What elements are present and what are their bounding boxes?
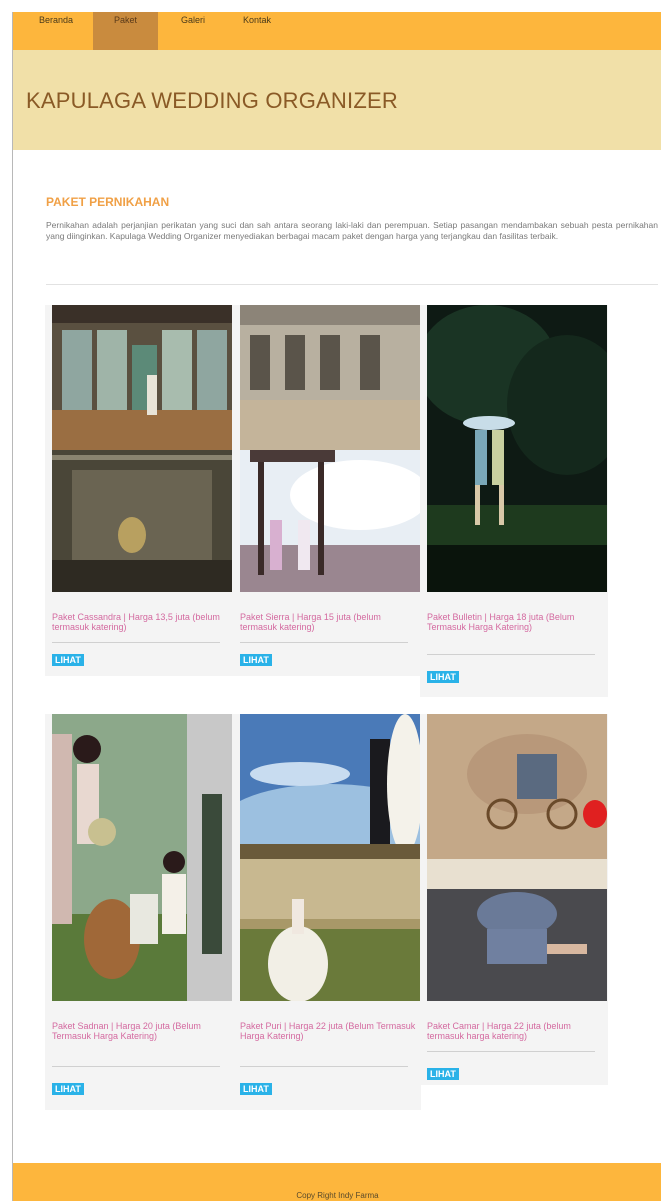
lihat-button[interactable]: LIHAT bbox=[427, 1068, 459, 1080]
page-frame: Beranda Paket Galeri Kontak KAPULAGA WED… bbox=[12, 12, 661, 1201]
package-card: Paket Cassandra | Harga 13,5 juta (belum… bbox=[45, 305, 233, 676]
package-caption[interactable]: Paket Bulletin | Harga 18 juta (Belum Te… bbox=[427, 612, 605, 632]
site-footer: Copy Right Indy Farma bbox=[13, 1163, 661, 1201]
lihat-button[interactable]: LIHAT bbox=[240, 654, 272, 666]
package-caption[interactable]: Paket Puri | Harga 22 juta (Belum Termas… bbox=[240, 1021, 418, 1041]
package-card: Paket Bulletin | Harga 18 juta (Belum Te… bbox=[420, 305, 608, 697]
section-title: PAKET PERNIKAHAN bbox=[46, 195, 170, 209]
package-caption[interactable]: Paket Sadnan | Harga 20 juta (Belum Term… bbox=[52, 1021, 230, 1041]
package-caption[interactable]: Paket Cassandra | Harga 13,5 juta (belum… bbox=[52, 612, 230, 632]
package-photo[interactable] bbox=[427, 305, 607, 592]
package-caption[interactable]: Paket Sierra | Harga 15 juta (belum term… bbox=[240, 612, 418, 632]
lihat-button[interactable]: LIHAT bbox=[240, 1083, 272, 1095]
nav-item-kontak[interactable]: Kontak bbox=[235, 12, 279, 50]
package-photo[interactable] bbox=[52, 305, 232, 592]
caption-divider bbox=[52, 642, 220, 643]
caption-divider bbox=[240, 642, 408, 643]
lihat-button[interactable]: LIHAT bbox=[52, 1083, 84, 1095]
package-photo[interactable] bbox=[240, 714, 420, 1001]
caption-divider bbox=[427, 1051, 595, 1052]
lihat-button[interactable]: LIHAT bbox=[427, 671, 459, 683]
intro-text: Pernikahan adalah perjanjian perikatan y… bbox=[46, 220, 658, 241]
top-nav: Beranda Paket Galeri Kontak bbox=[13, 12, 661, 50]
lihat-button[interactable]: LIHAT bbox=[52, 654, 84, 666]
package-photo[interactable] bbox=[427, 714, 607, 1001]
package-caption[interactable]: Paket Camar | Harga 22 juta (belum terma… bbox=[427, 1021, 605, 1041]
package-photo[interactable] bbox=[52, 714, 232, 1001]
divider bbox=[46, 284, 658, 285]
nav-item-galeri[interactable]: Galeri bbox=[173, 12, 213, 50]
package-photo[interactable] bbox=[240, 305, 420, 592]
site-title: KAPULAGA WEDDING ORGANIZER bbox=[26, 88, 398, 113]
package-card: Paket Puri | Harga 22 juta (Belum Termas… bbox=[233, 714, 421, 1110]
site-header: KAPULAGA WEDDING ORGANIZER bbox=[13, 50, 661, 150]
caption-divider bbox=[427, 654, 595, 655]
package-card: Paket Sadnan | Harga 20 juta (Belum Term… bbox=[45, 714, 233, 1110]
caption-divider bbox=[52, 1066, 220, 1067]
caption-divider bbox=[240, 1066, 408, 1067]
package-card: Paket Sierra | Harga 15 juta (belum term… bbox=[233, 305, 421, 676]
nav-item-paket[interactable]: Paket bbox=[93, 12, 158, 50]
package-card: Paket Camar | Harga 22 juta (belum terma… bbox=[420, 714, 608, 1085]
nav-item-beranda[interactable]: Beranda bbox=[31, 12, 81, 50]
copyright-text: Copy Right Indy Farma bbox=[296, 1191, 379, 1200]
